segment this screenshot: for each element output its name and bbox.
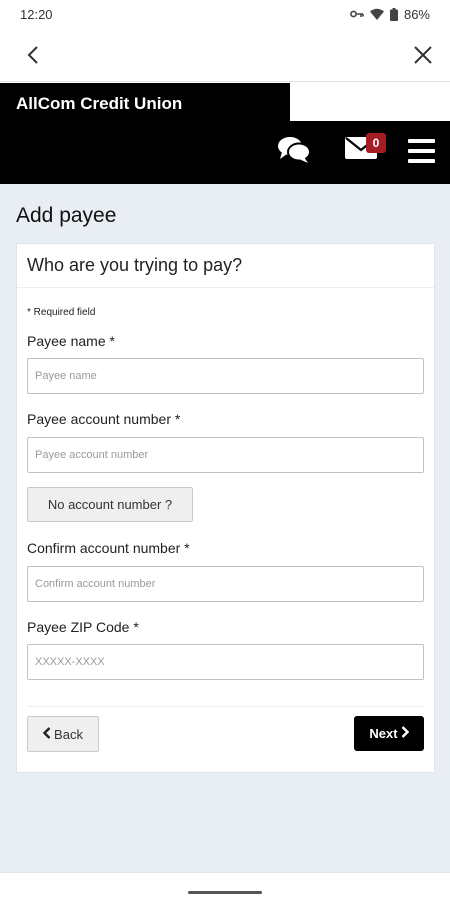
required-field-note: * Required field <box>27 307 96 318</box>
home-indicator[interactable] <box>188 891 262 894</box>
account-number-input[interactable] <box>27 437 424 473</box>
status-time: 12:20 <box>20 6 53 22</box>
confirm-account-input[interactable] <box>27 566 424 602</box>
key-icon <box>350 9 364 19</box>
card-divider <box>27 706 424 707</box>
card-heading: Who are you trying to pay? <box>17 244 434 288</box>
zip-code-label: Payee ZIP Code * <box>27 619 139 635</box>
back-button[interactable]: Back <box>27 716 99 752</box>
brand-name: AllCom Credit Union <box>0 83 290 121</box>
top-nav <box>0 28 450 82</box>
brand-strip: AllCom Credit Union <box>0 83 450 121</box>
chevron-left-icon <box>42 726 51 742</box>
system-nav-bar <box>0 872 450 900</box>
payee-name-label: Payee name * <box>27 333 115 349</box>
mail-count-badge: 0 <box>366 133 386 153</box>
chat-icon[interactable] <box>277 135 311 170</box>
wifi-icon <box>369 8 384 20</box>
battery-percent: 86% <box>403 6 430 22</box>
account-number-label: Payee account number * <box>27 411 181 427</box>
menu-icon[interactable] <box>408 139 435 168</box>
main-content: Add payee Who are you trying to pay? * R… <box>0 184 450 872</box>
status-bar: 12:20 86% <box>0 0 450 28</box>
zip-code-input[interactable] <box>27 644 424 680</box>
back-button-label: Back <box>54 726 83 742</box>
next-button[interactable]: Next <box>354 716 424 751</box>
add-payee-card: Who are you trying to pay? * Required fi… <box>16 243 435 773</box>
status-icons: 86% <box>350 7 430 22</box>
back-arrow-icon[interactable] <box>20 42 46 68</box>
payee-name-input[interactable] <box>27 358 424 394</box>
battery-icon <box>389 7 398 21</box>
no-account-number-button[interactable]: No account number ? <box>27 487 193 522</box>
next-button-label: Next <box>369 726 398 741</box>
confirm-account-label: Confirm account number * <box>27 540 190 556</box>
close-icon[interactable] <box>410 42 436 68</box>
chevron-right-icon <box>401 726 409 741</box>
page-title: Add payee <box>16 204 117 227</box>
